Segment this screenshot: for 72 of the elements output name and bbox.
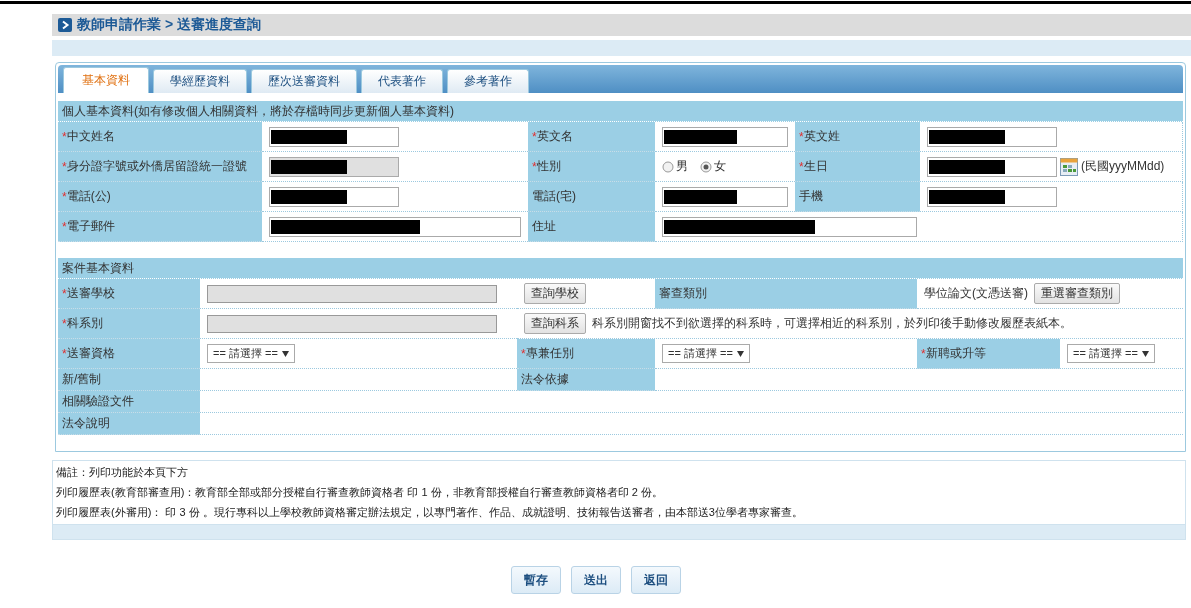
input-field[interactable] xyxy=(269,186,399,207)
info-text: 科系別開窗找不到欲選擇的科系時，可選擇相近的科系別，於列印後手動修改履歷表紙本。 xyxy=(592,315,1072,332)
date-format-hint: (民國yyyMMdd) xyxy=(1081,158,1165,175)
dropdown[interactable]: == 請選擇 == xyxy=(1067,344,1155,363)
tab[interactable]: 參考著作 xyxy=(447,69,529,93)
field-label: 電話(宅) xyxy=(532,188,576,205)
required-mark: * xyxy=(532,159,537,174)
query-button[interactable]: 查詢科系 xyxy=(524,313,586,334)
query-button[interactable]: 查詢學校 xyxy=(524,283,586,304)
query-button[interactable]: 重選審查類別 xyxy=(1034,283,1120,304)
input-field[interactable] xyxy=(662,126,788,147)
tab[interactable]: 代表著作 xyxy=(361,69,443,93)
input-field[interactable] xyxy=(269,126,399,147)
caret-icon xyxy=(1141,350,1149,357)
required-mark: * xyxy=(62,219,67,234)
field-label: 新/舊制 xyxy=(62,371,102,388)
field-label: 科系別 xyxy=(66,315,103,332)
chevron-icon xyxy=(58,18,72,32)
field-label: 新聘或升等 xyxy=(925,345,986,362)
dropdown[interactable]: == 請選擇 == xyxy=(207,344,295,363)
field-label: 性別 xyxy=(536,158,561,175)
field-label: 專兼任別 xyxy=(525,345,574,362)
note-text: 列印履歷表(教育部審查用)：教育部全部或部分授權自行審查教師資格者 印 1 份，非教育部授權自行審查教師資格者印 2 份。 xyxy=(56,485,664,500)
required-mark: * xyxy=(62,346,67,361)
field-label: 生日 xyxy=(803,158,828,175)
tab[interactable]: 學經歷資料 xyxy=(153,69,247,93)
field-label: 中文姓名 xyxy=(66,128,115,145)
required-mark: * xyxy=(62,189,67,204)
action-button[interactable]: 返回 xyxy=(630,566,681,594)
field-label: 審查類別 xyxy=(659,285,707,302)
radio-button[interactable]: 男 xyxy=(662,158,688,175)
page-title: 教師申請作業 > 送審進度查詢 xyxy=(77,16,261,34)
required-mark: * xyxy=(799,129,804,144)
input-field[interactable] xyxy=(927,126,1057,147)
required-mark: * xyxy=(62,159,67,174)
required-mark: * xyxy=(62,286,67,301)
action-button[interactable]: 暫存 xyxy=(510,566,561,594)
field-label: 英文名 xyxy=(536,128,573,145)
field-label: 手機 xyxy=(799,188,823,205)
required-mark: * xyxy=(62,129,67,144)
note-text: 備註：列印功能於本頁下方 xyxy=(56,465,189,480)
field-label: 法令依據 xyxy=(521,371,569,388)
required-mark: * xyxy=(521,346,526,361)
field-label: 電話(公) xyxy=(66,188,111,205)
field-label: 送審學校 xyxy=(66,285,115,302)
required-mark: * xyxy=(532,129,537,144)
dropdown[interactable]: == 請選擇 == xyxy=(662,344,750,363)
input-field[interactable] xyxy=(662,186,788,207)
caret-icon xyxy=(281,350,289,357)
input-field[interactable] xyxy=(269,216,521,237)
field-label: 法令說明 xyxy=(62,415,110,432)
field-label: 送審資格 xyxy=(66,345,115,362)
field-label: 英文姓 xyxy=(803,128,840,145)
field-label: 身分證字號或外僑居留證統一證號 xyxy=(66,158,247,175)
input-field[interactable] xyxy=(927,186,1057,207)
radio-button[interactable]: 女 xyxy=(700,158,726,175)
tab[interactable]: 歷次送審資料 xyxy=(251,69,357,93)
info-text: 學位論文(文憑送審) xyxy=(924,285,1028,302)
required-mark: * xyxy=(799,159,804,174)
field-label: 電子郵件 xyxy=(66,218,115,235)
input-field[interactable] xyxy=(927,156,1057,177)
section-title: 個人基本資料(如有修改個人相關資料，將於存檔時同步更新個人基本資料) xyxy=(62,102,454,120)
note-text: 列印履歷表(外審用)： 印 3 份 。現行專科以上學校教師資格審定辦法規定，以專門著作、作品、成就證明、技術報告送審者，由本部送3位學者專家審查。 xyxy=(56,505,804,520)
action-button[interactable]: 送出 xyxy=(570,566,621,594)
caret-icon xyxy=(736,350,744,357)
calendar-icon[interactable] xyxy=(1060,157,1078,176)
required-mark: * xyxy=(921,346,926,361)
field-label: 住址 xyxy=(532,218,556,235)
field-label: 相關驗證文件 xyxy=(62,393,134,410)
required-mark: * xyxy=(62,316,67,331)
section-title: 案件基本資料 xyxy=(62,259,134,277)
input-field[interactable] xyxy=(662,216,917,237)
